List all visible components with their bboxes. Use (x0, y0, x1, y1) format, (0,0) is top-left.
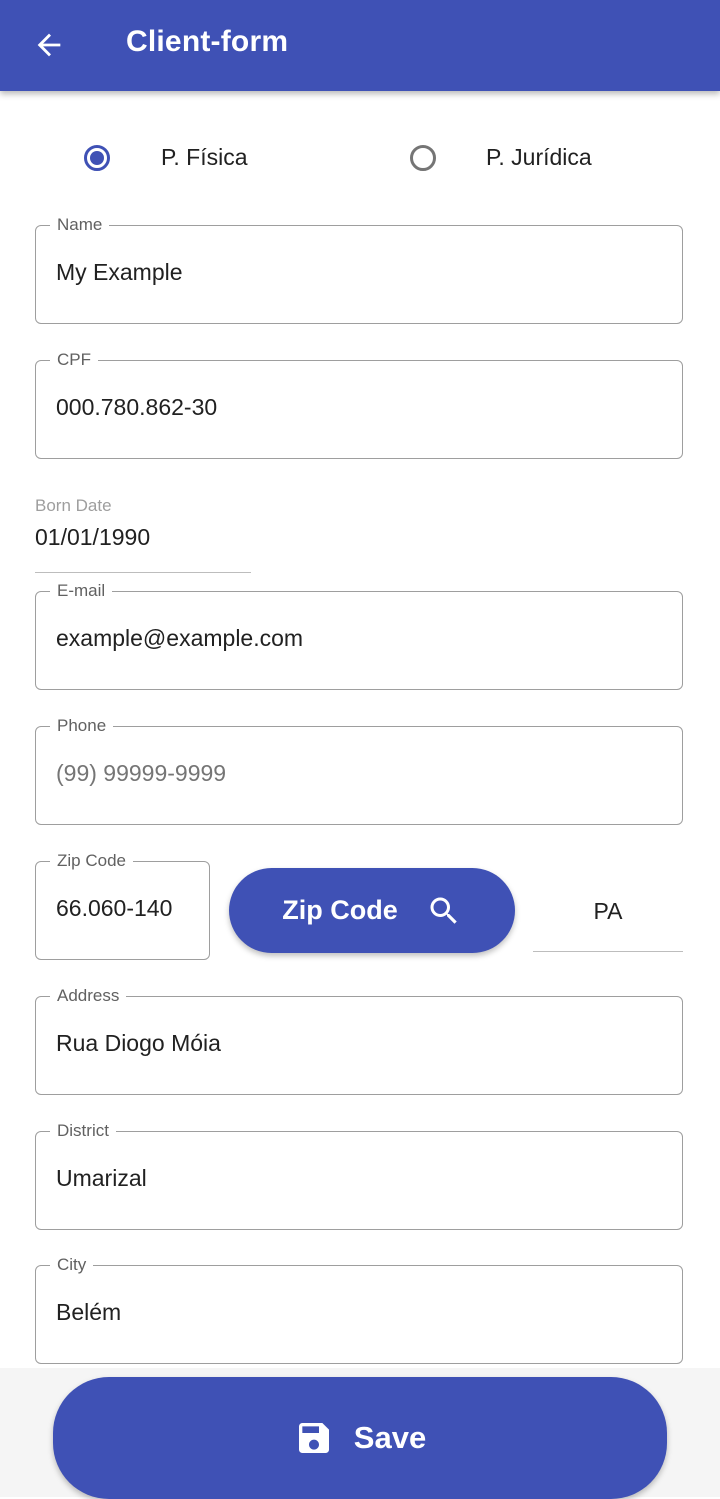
phone-label: Phone (50, 715, 114, 737)
search-icon (430, 897, 457, 924)
name-label: Name (50, 214, 110, 236)
zip-code-search-button[interactable]: Zip Code (229, 868, 515, 953)
address-label: Address (50, 985, 127, 1007)
floppy-disk-icon (298, 1423, 329, 1453)
born-date-label: Born Date (35, 496, 112, 515)
born-date-underline (35, 572, 251, 573)
cpf-value: 000.780.862-30 (56, 394, 218, 420)
save-button[interactable]: Save (53, 1377, 667, 1499)
cpf-field[interactable]: CPF 000.780.862-30 (35, 349, 683, 459)
arrow-left-icon (37, 33, 61, 57)
save-button-label: Save (353, 1420, 427, 1455)
back-button[interactable] (28, 24, 70, 66)
radio-pessoa-fisica[interactable]: P. Física (84, 144, 248, 171)
district-field[interactable]: District Umarizal (35, 1120, 683, 1230)
state-underline (533, 951, 683, 952)
radio-selected-indicator (84, 144, 110, 171)
zip-code-value: 66.060-140 (56, 895, 173, 921)
district-value: Umarizal (56, 1165, 147, 1191)
radio-label: P. Jurídica (486, 144, 592, 170)
email-label: E-mail (50, 580, 113, 602)
page-title: Client-form (126, 25, 289, 58)
cpf-label: CPF (50, 349, 98, 371)
email-field[interactable]: E-mail example@example.com (35, 580, 683, 690)
app-bar: Client-form (0, 0, 720, 91)
phone-placeholder: (99) 99999-9999 (56, 760, 227, 786)
zip-code-field[interactable]: Zip Code 66.060-140 (35, 850, 210, 960)
radio-pessoa-juridica[interactable]: P. Jurídica (410, 144, 592, 171)
state-field[interactable]: PA (533, 898, 683, 925)
phone-field[interactable]: Phone (99) 99999-9999 (35, 715, 683, 825)
radio-unselected-indicator (410, 144, 436, 171)
name-value: My Example (56, 259, 183, 285)
city-field[interactable]: City Belém (35, 1254, 683, 1364)
address-value: Rua Diogo Móia (56, 1030, 221, 1056)
zip-code-label: Zip Code (50, 850, 133, 872)
email-value: example@example.com (56, 625, 304, 651)
address-field[interactable]: Address Rua Diogo Móia (35, 985, 683, 1095)
radio-label: P. Física (161, 144, 248, 170)
zip-code-search-label: Zip Code (282, 895, 398, 925)
born-date-field[interactable]: 01/01/1990 (35, 524, 150, 551)
city-value: Belém (56, 1299, 122, 1325)
city-label: City (50, 1254, 94, 1276)
name-field[interactable]: Name My Example (35, 214, 683, 324)
district-label: District (50, 1120, 116, 1142)
